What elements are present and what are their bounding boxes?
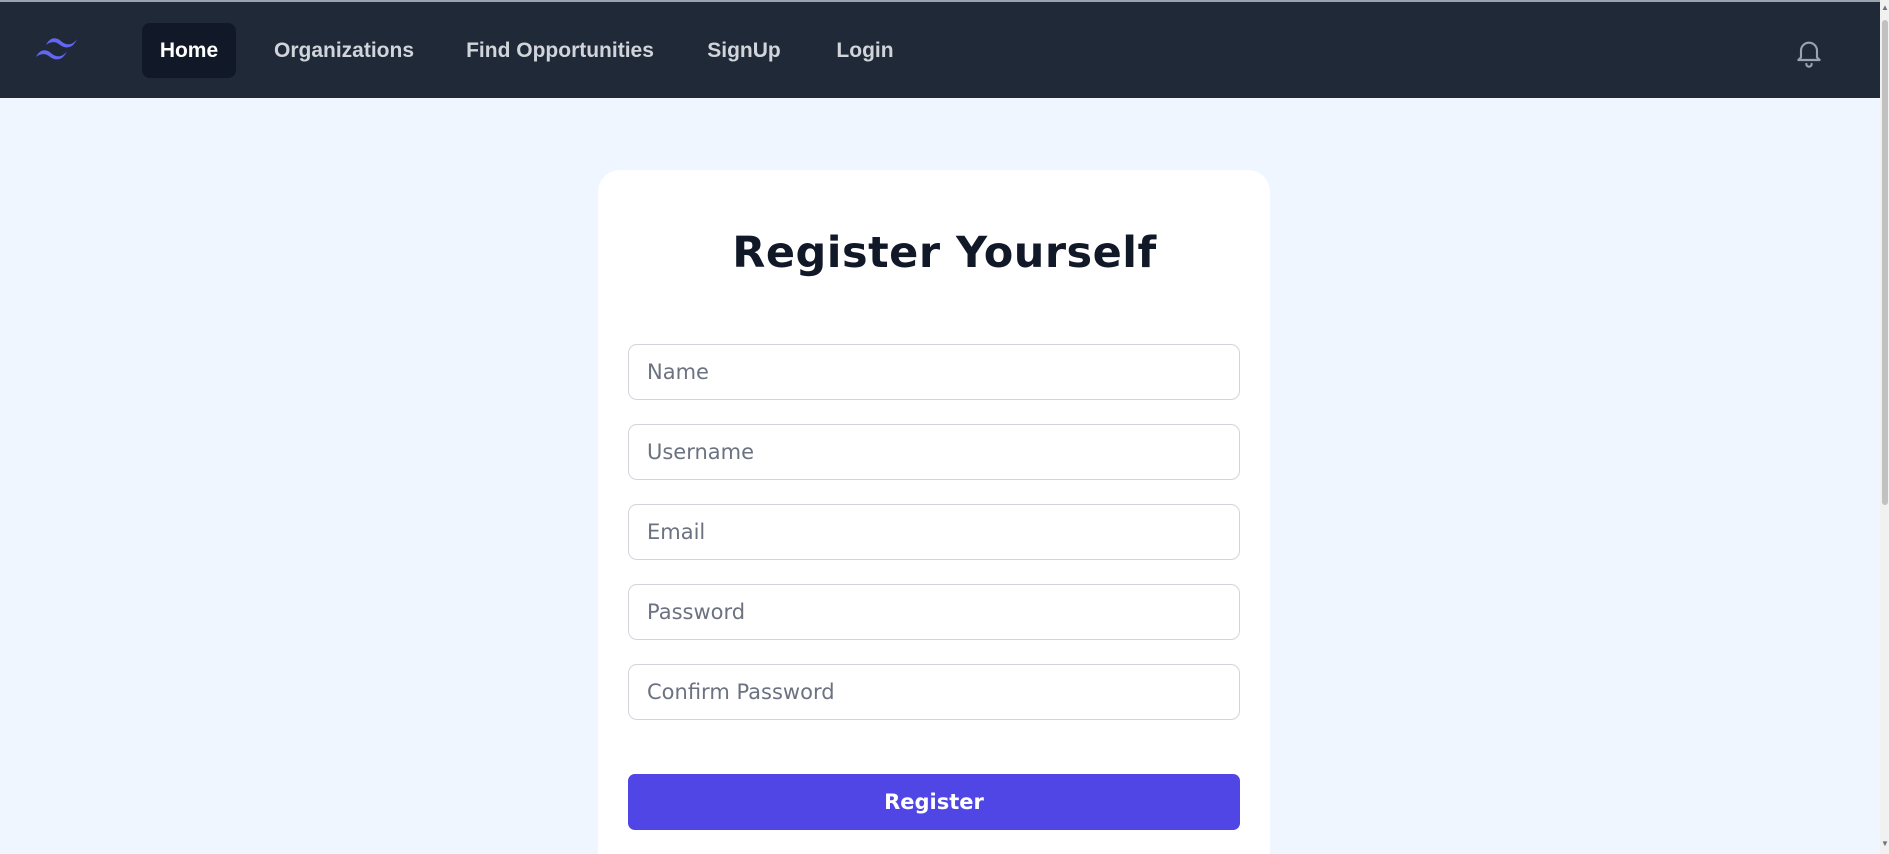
bell-icon[interactable] (1793, 35, 1825, 69)
nav-signup[interactable]: SignUp (702, 23, 786, 78)
nav-find-opportunities[interactable]: Find Opportunities (464, 23, 656, 78)
register-button[interactable]: Register (628, 774, 1240, 830)
username-input[interactable] (628, 424, 1240, 480)
scroll-up-arrow-icon[interactable]: ▲ (1881, 2, 1889, 14)
page-title: Register Yourself (732, 228, 1157, 278)
email-input[interactable] (628, 504, 1240, 560)
scroll-down-arrow-icon[interactable]: ▼ (1881, 838, 1889, 850)
nav-login[interactable]: Login (832, 23, 898, 78)
nav-home[interactable]: Home (142, 23, 236, 78)
password-input[interactable] (628, 584, 1240, 640)
page-scrollbar[interactable]: ▲ ▼ (1880, 0, 1889, 854)
tailwind-logo-icon[interactable] (34, 32, 82, 70)
confirm-password-input[interactable] (628, 664, 1240, 720)
nav-organizations[interactable]: Organizations (272, 23, 416, 78)
top-navbar: Home Organizations Find Opportunities Si… (0, 2, 1880, 98)
name-input[interactable] (628, 344, 1240, 400)
